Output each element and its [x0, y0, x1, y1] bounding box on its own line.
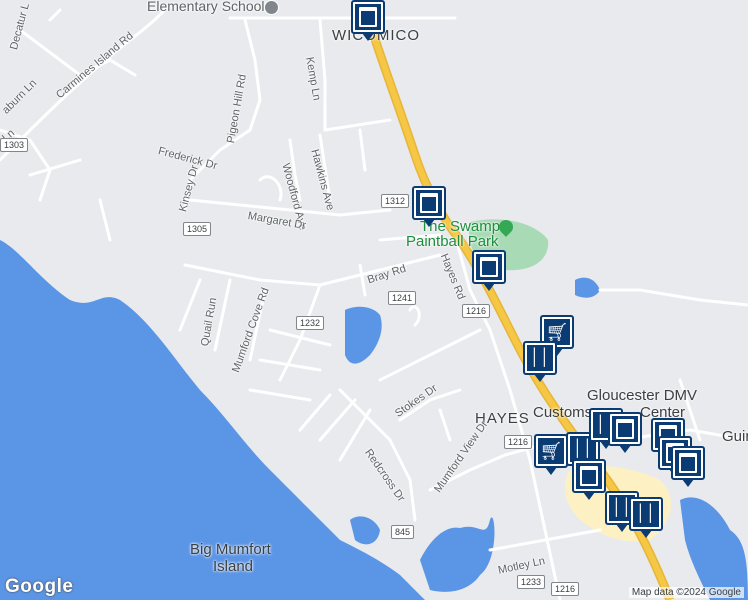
shopping-pin[interactable]	[608, 412, 642, 453]
shield-1233: 1233	[517, 575, 546, 589]
shield-1216-b: 1216	[504, 435, 533, 449]
restaurant-pin[interactable]: ││	[629, 497, 663, 538]
big-mumfort-label-2: Island	[213, 558, 254, 575]
shield-1216-a: 1216	[462, 304, 491, 318]
pond-2	[575, 277, 600, 298]
restaurant-pin[interactable]: ││	[523, 341, 557, 382]
grocery-pin[interactable]: 🛒︎	[534, 434, 568, 475]
shield-1216-c: 1216	[551, 582, 580, 596]
shopping-pin[interactable]	[351, 0, 385, 41]
shopping-bag-icon	[480, 257, 498, 277]
shield-1232: 1232	[296, 316, 325, 330]
restaurant-icon: ││	[636, 505, 656, 522]
shield-1303: 1303	[0, 138, 29, 152]
shopping-bag-icon	[359, 7, 377, 27]
shopping-bag-icon	[679, 453, 697, 473]
big-mumfort-label-1: Big Mumfort	[190, 541, 271, 558]
shield-845: 845	[391, 525, 415, 539]
shopping-bag-icon	[420, 193, 438, 213]
shield-1305: 1305	[183, 222, 212, 236]
customs-label[interactable]: Customs	[533, 404, 592, 421]
creek-water	[680, 497, 748, 600]
map-canvas[interactable]: Elementary School WICOMICO HAYES Big Mum…	[0, 0, 748, 600]
shopping-pin[interactable]	[671, 446, 705, 487]
map-attribution[interactable]: Map data ©2024 Google	[628, 587, 744, 598]
gloucester-dmv-label[interactable]: Gloucester DMV	[587, 387, 697, 404]
shopping-pin[interactable]	[472, 250, 506, 291]
school-icon	[264, 0, 279, 15]
shield-1312: 1312	[381, 194, 410, 208]
google-logo[interactable]: Google	[5, 576, 73, 598]
elementary-school-label: Elementary School	[147, 0, 265, 14]
shopping-pin[interactable]	[572, 459, 606, 500]
inlet-water-2	[350, 516, 380, 545]
guin-label: Guin	[722, 428, 748, 445]
shopping-bag-icon	[616, 419, 634, 439]
restaurant-icon: ││	[530, 349, 550, 366]
shopping-cart-icon: 🛒︎	[539, 441, 563, 461]
shopping-cart-icon: 🛒︎	[545, 322, 569, 342]
shield-1241: 1241	[388, 291, 417, 305]
shopping-bag-icon	[580, 466, 598, 486]
restaurant-icon: ││	[573, 440, 593, 457]
shopping-pin[interactable]	[412, 186, 446, 227]
swamp-label-2[interactable]: Paintball Park	[406, 234, 499, 249]
inlet-water	[420, 517, 495, 592]
pond	[345, 306, 382, 364]
